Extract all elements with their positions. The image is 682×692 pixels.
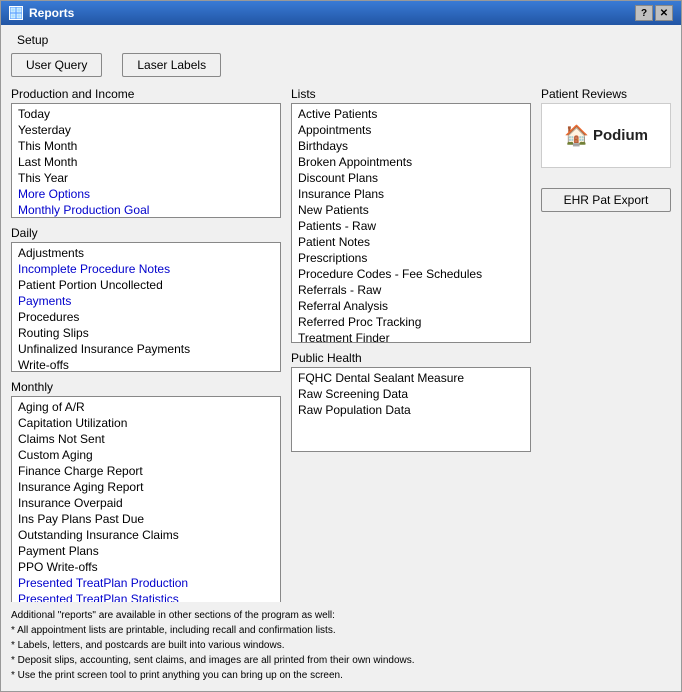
reports-window: Reports ? ✕ Setup User Query Laser Label… bbox=[0, 0, 682, 692]
lists-label: Lists bbox=[291, 87, 531, 101]
list-item[interactable]: Write-offs bbox=[12, 357, 280, 372]
list-item[interactable]: Today bbox=[12, 106, 280, 122]
production-income-label: Production and Income bbox=[11, 87, 281, 101]
list-item[interactable]: Appointments bbox=[292, 122, 530, 138]
list-item[interactable]: Insurance Overpaid bbox=[12, 495, 280, 511]
footer-line-4: * Use the print screen tool to print any… bbox=[11, 668, 671, 683]
podium-logo: 🏠 Podium bbox=[564, 123, 648, 148]
list-item[interactable]: Prescriptions bbox=[292, 250, 530, 266]
daily-label: Daily bbox=[11, 226, 281, 240]
list-item[interactable]: PPO Write-offs bbox=[12, 559, 280, 575]
list-item[interactable]: Ins Pay Plans Past Due bbox=[12, 511, 280, 527]
user-query-button[interactable]: User Query bbox=[11, 53, 102, 77]
list-item[interactable]: Presented TreatPlan Production bbox=[12, 575, 280, 591]
list-item[interactable]: Aging of A/R bbox=[12, 399, 280, 415]
list-item[interactable]: Referred Proc Tracking bbox=[292, 314, 530, 330]
list-item[interactable]: Birthdays bbox=[292, 138, 530, 154]
footer-line-3: * Deposit slips, accounting, sent claims… bbox=[11, 653, 671, 668]
list-item[interactable]: New Patients bbox=[292, 202, 530, 218]
monthly-section: Monthly Aging of A/R Capitation Utilizat… bbox=[11, 380, 281, 602]
monthly-label: Monthly bbox=[11, 380, 281, 394]
main-sections: Production and Income Today Yesterday Th… bbox=[11, 87, 671, 602]
list-item[interactable]: Raw Population Data bbox=[292, 402, 530, 418]
list-item[interactable]: Insurance Plans bbox=[292, 186, 530, 202]
patient-reviews-label: Patient Reviews bbox=[541, 87, 671, 101]
right-column: Lists Active Patients Appointments Birth… bbox=[291, 87, 531, 602]
podium-box: 🏠 Podium bbox=[541, 103, 671, 168]
list-item[interactable]: Active Patients bbox=[292, 106, 530, 122]
list-item[interactable]: This Year bbox=[12, 170, 280, 186]
window-icon bbox=[9, 6, 23, 20]
public-health-label: Public Health bbox=[291, 351, 531, 365]
window-content: Setup User Query Laser Labels Production… bbox=[1, 25, 681, 691]
daily-section: Daily Adjustments Incomplete Procedure N… bbox=[11, 226, 281, 372]
list-item[interactable]: Discount Plans bbox=[292, 170, 530, 186]
production-income-list[interactable]: Today Yesterday This Month Last Month Th… bbox=[11, 103, 281, 218]
lists-section: Lists Active Patients Appointments Birth… bbox=[291, 87, 531, 343]
list-item[interactable]: Payment Plans bbox=[12, 543, 280, 559]
list-item[interactable]: Claims Not Sent bbox=[12, 431, 280, 447]
list-item[interactable]: Finance Charge Report bbox=[12, 463, 280, 479]
list-item[interactable]: Patient Portion Uncollected bbox=[12, 277, 280, 293]
list-item[interactable]: Monthly Production Goal bbox=[12, 202, 280, 218]
podium-text: Podium bbox=[593, 127, 648, 144]
list-item[interactable]: Procedures bbox=[12, 309, 280, 325]
list-item[interactable]: Broken Appointments bbox=[292, 154, 530, 170]
menu-bar: Setup bbox=[11, 31, 671, 51]
podium-icon: 🏠 bbox=[564, 123, 589, 148]
laser-labels-button[interactable]: Laser Labels bbox=[122, 53, 221, 77]
list-item[interactable]: Unfinalized Insurance Payments bbox=[12, 341, 280, 357]
monthly-list[interactable]: Aging of A/R Capitation Utilization Clai… bbox=[11, 396, 281, 602]
list-item[interactable]: More Options bbox=[12, 186, 280, 202]
ehr-section: EHR Pat Export bbox=[541, 188, 671, 212]
window-title: Reports bbox=[29, 6, 74, 20]
list-item[interactable]: FQHC Dental Sealant Measure bbox=[292, 370, 530, 386]
top-buttons: User Query Laser Labels bbox=[11, 53, 671, 77]
list-item[interactable]: Outstanding Insurance Claims bbox=[12, 527, 280, 543]
left-column: Production and Income Today Yesterday Th… bbox=[11, 87, 281, 602]
public-health-section: Public Health FQHC Dental Sealant Measur… bbox=[291, 351, 531, 452]
footer-line-1: * All appointment lists are printable, i… bbox=[11, 623, 671, 638]
list-item[interactable]: Presented TreatPlan Statistics bbox=[12, 591, 280, 602]
list-item[interactable]: Yesterday bbox=[12, 122, 280, 138]
production-income-section: Production and Income Today Yesterday Th… bbox=[11, 87, 281, 218]
list-item[interactable]: Referral Analysis bbox=[292, 298, 530, 314]
list-item[interactable]: Capitation Utilization bbox=[12, 415, 280, 431]
list-item[interactable]: Referrals - Raw bbox=[292, 282, 530, 298]
footer-line-0: Additional "reports" are available in ot… bbox=[11, 608, 671, 623]
footer-line-2: * Labels, letters, and postcards are bui… bbox=[11, 638, 671, 653]
list-item[interactable]: Patient Notes bbox=[292, 234, 530, 250]
list-item[interactable]: Routing Slips bbox=[12, 325, 280, 341]
list-item[interactable]: Custom Aging bbox=[12, 447, 280, 463]
help-button[interactable]: ? bbox=[635, 5, 653, 21]
close-button[interactable]: ✕ bbox=[655, 5, 673, 21]
list-item[interactable]: Incomplete Procedure Notes bbox=[12, 261, 280, 277]
title-bar-controls: ? ✕ bbox=[635, 5, 673, 21]
patient-reviews-section: Patient Reviews 🏠 Podium bbox=[541, 87, 671, 168]
list-item[interactable]: Raw Screening Data bbox=[292, 386, 530, 402]
title-bar-left: Reports bbox=[9, 6, 74, 20]
list-item[interactable]: Patients - Raw bbox=[292, 218, 530, 234]
list-item[interactable]: Insurance Aging Report bbox=[12, 479, 280, 495]
list-item[interactable]: Adjustments bbox=[12, 245, 280, 261]
ehr-pat-export-button[interactable]: EHR Pat Export bbox=[541, 188, 671, 212]
daily-list[interactable]: Adjustments Incomplete Procedure Notes P… bbox=[11, 242, 281, 372]
list-item[interactable]: Procedure Codes - Fee Schedules bbox=[292, 266, 530, 282]
list-item[interactable]: Treatment Finder bbox=[292, 330, 530, 343]
setup-menu[interactable]: Setup bbox=[11, 31, 54, 49]
lists-list[interactable]: Active Patients Appointments Birthdays B… bbox=[291, 103, 531, 343]
footer: Additional "reports" are available in ot… bbox=[11, 608, 671, 683]
far-right-column: Patient Reviews 🏠 Podium EHR Pat Export bbox=[541, 87, 671, 602]
title-bar: Reports ? ✕ bbox=[1, 1, 681, 25]
public-health-list[interactable]: FQHC Dental Sealant Measure Raw Screenin… bbox=[291, 367, 531, 452]
list-item[interactable]: Last Month bbox=[12, 154, 280, 170]
list-item[interactable]: This Month bbox=[12, 138, 280, 154]
list-item[interactable]: Payments bbox=[12, 293, 280, 309]
